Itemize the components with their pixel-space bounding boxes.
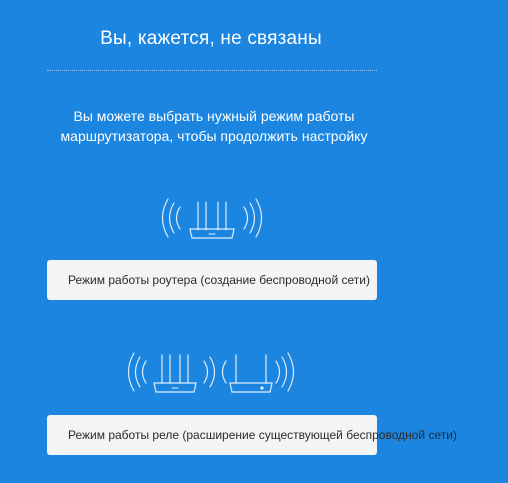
setup-page: Вы, кажется, не связаны Вы можете выбрат… [0,0,508,483]
router-mode-label: Режим работы роутера (создание беспровод… [68,273,370,287]
repeater-mode-button[interactable]: Режим работы реле (расширение существующ… [47,415,457,455]
title-divider [47,70,377,71]
repeater-icon [126,350,298,398]
page-title: Вы, кажется, не связаны [100,28,322,49]
router-mode-button[interactable]: Режим работы роутера (создание беспровод… [47,260,377,300]
repeater-mode-label: Режим работы реле (расширение существующ… [68,428,457,442]
mode-description: Вы можете выбрать нужный режим работы ма… [60,108,368,144]
router-wifi-icon [160,196,264,244]
